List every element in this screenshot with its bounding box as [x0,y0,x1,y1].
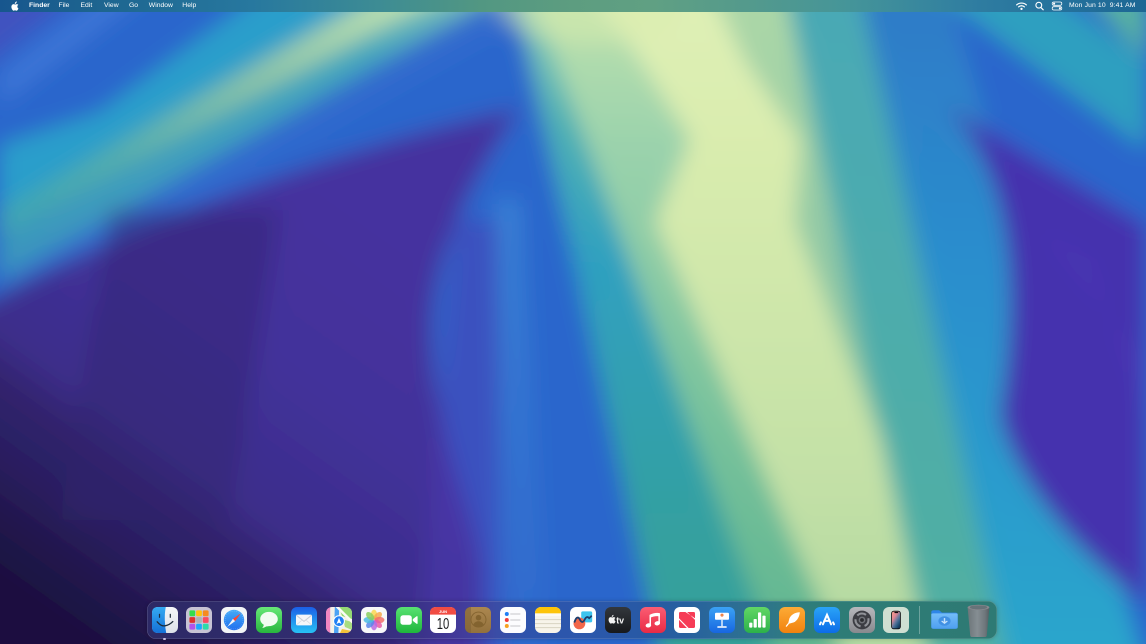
svg-text:JUN: JUN [439,609,447,614]
svg-text:10: 10 [437,616,450,633]
svg-text:tv: tv [616,615,624,625]
